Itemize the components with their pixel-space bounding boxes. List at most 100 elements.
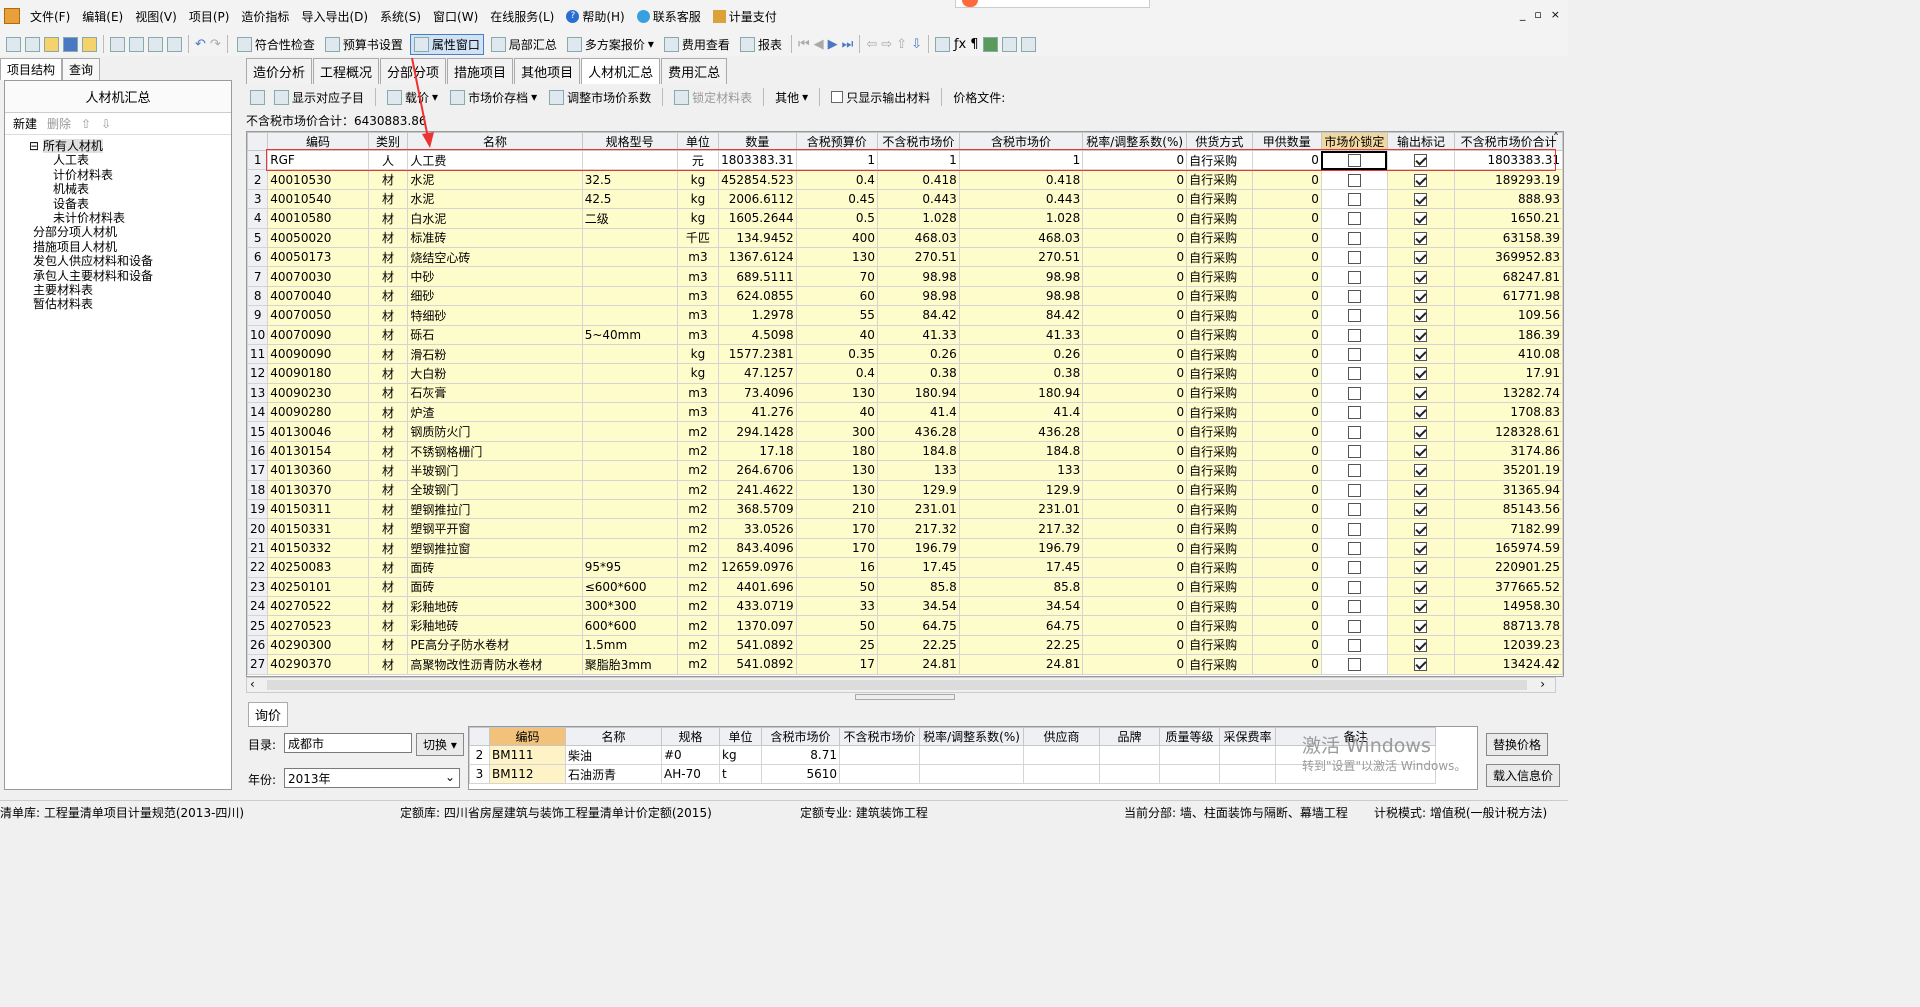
cell-tax-rate[interactable]: 0 — [1082, 479, 1188, 501]
cell-tax-rate[interactable]: 0 — [1082, 402, 1188, 423]
cell-spec[interactable] — [581, 537, 678, 559]
cell-quantity[interactable]: 1605.2644 — [718, 208, 797, 229]
cell-market-total-notax[interactable]: 220901.25 — [1454, 557, 1563, 578]
cell-market-price-notax[interactable]: 0.26 — [876, 343, 960, 365]
menu-measure-pay[interactable]: 计量支付 — [707, 8, 783, 25]
tree-item-main-material[interactable]: 主要材料表 — [5, 283, 231, 297]
table-row[interactable]: 25 40270523 材彩釉地砖 600*600 m2 1370.097 50 64.75 6… — [247, 615, 1563, 636]
menu-view[interactable]: 视图(V) — [129, 8, 183, 25]
menu-window[interactable]: 窗口(W) — [427, 8, 484, 25]
column-header-spec[interactable]: 规格型号 — [581, 132, 678, 151]
cell-supply-method[interactable]: 自行采购 — [1186, 518, 1253, 539]
table-row[interactable]: 19 40150311 材塑钢推拉门 m2 368.5709 210 231.01 231.0… — [247, 499, 1563, 520]
cell-market-total-notax[interactable]: 189293.19 — [1454, 169, 1563, 190]
cell-market-price-tax[interactable]: 24.81 — [958, 654, 1084, 675]
output-flag-checkbox[interactable] — [1414, 425, 1428, 439]
cell-unit[interactable]: m3 — [676, 402, 720, 423]
lock-table-button[interactable]: 锁定材料表 — [671, 88, 755, 107]
tab-measures[interactable]: 措施项目 — [447, 58, 514, 84]
cell-market-price-notax[interactable]: 180.94 — [876, 382, 960, 404]
cell-code[interactable]: 40130154 — [267, 440, 369, 462]
cell-supply-method[interactable]: 自行采购 — [1186, 382, 1253, 404]
restore-icon[interactable]: ▫ — [1534, 8, 1541, 21]
inquiry-cell-quality-grade[interactable] — [1159, 745, 1220, 765]
cell-code[interactable]: 40130360 — [267, 460, 369, 481]
cell-market-total-notax[interactable]: 85143.56 — [1454, 499, 1563, 520]
cell-price-lock[interactable] — [1320, 634, 1388, 656]
price-lock-checkbox[interactable] — [1347, 406, 1361, 420]
cell-market-price-tax[interactable]: 17.45 — [958, 557, 1084, 578]
scroll-left-icon[interactable]: ‹ — [250, 677, 255, 691]
cell-market-price-tax[interactable]: 436.28 — [958, 421, 1084, 442]
cell-market-price-notax[interactable]: 231.01 — [876, 499, 960, 520]
cell-owner-qty[interactable]: 0 — [1251, 285, 1322, 307]
cell-code[interactable]: 40010580 — [267, 208, 369, 229]
price-lock-checkbox[interactable] — [1347, 270, 1361, 284]
scroll-right-icon[interactable]: › — [1540, 677, 1545, 691]
cell-tax-rate[interactable]: 0 — [1082, 382, 1188, 404]
menu-project[interactable]: 项目(P) — [183, 8, 236, 25]
move-right-icon[interactable]: ⇨ — [881, 37, 892, 52]
tab-project-structure[interactable]: 项目结构 — [0, 58, 63, 80]
cell-name[interactable]: 水泥 — [407, 188, 583, 210]
cell-supply-method[interactable]: 自行采购 — [1186, 208, 1253, 229]
cell-quantity[interactable]: 4.5098 — [718, 324, 797, 345]
cell-supply-method[interactable]: 自行采购 — [1186, 246, 1253, 268]
column-header-row-number[interactable] — [247, 132, 269, 151]
cell-price-lock[interactable] — [1320, 615, 1388, 636]
cell-price-lock[interactable] — [1320, 169, 1388, 190]
cell-spec[interactable]: ≤600*600 — [581, 576, 678, 597]
menu-import-export[interactable]: 导入导出(D) — [295, 8, 374, 25]
price-lock-checkbox[interactable] — [1347, 619, 1361, 633]
cell-price-lock[interactable] — [1320, 285, 1388, 307]
table-row[interactable]: 13 40090230 材石灰膏 m3 73.4096 130 180.94 180.94 0 自… — [247, 382, 1563, 404]
cell-market-price-tax[interactable]: 231.01 — [958, 499, 1084, 520]
price-lock-checkbox[interactable] — [1347, 522, 1361, 536]
cell-supply-method[interactable]: 自行采购 — [1186, 227, 1253, 248]
cell-spec[interactable]: 二级 — [581, 208, 678, 229]
cell-output-flag[interactable] — [1386, 518, 1456, 539]
output-flag-checkbox[interactable] — [1414, 600, 1428, 614]
scroll-up-icon[interactable]: ˄ — [1553, 131, 1559, 145]
cell-name[interactable]: 彩釉地砖 — [407, 615, 583, 636]
table-row[interactable]: 12 40090180 材大白粉 kg 47.1257 0.4 0.38 0.38 0 自行采购 0… — [247, 363, 1563, 384]
cell-market-price-tax[interactable]: 98.98 — [958, 285, 1084, 307]
cell-owner-qty[interactable]: 0 — [1251, 576, 1322, 597]
menu-file[interactable]: 文件(F) — [24, 8, 76, 25]
inquiry-header-code[interactable]: 编码 — [489, 727, 566, 746]
switch-button[interactable]: 切换 ▾ — [416, 733, 464, 756]
cell-tax-rate[interactable]: 0 — [1082, 246, 1188, 268]
cell-owner-qty[interactable]: 0 — [1251, 188, 1322, 210]
cell-quantity[interactable]: 47.1257 — [718, 363, 797, 384]
menu-contact-support[interactable]: 联系客服 — [631, 8, 707, 25]
cell-category[interactable]: 材 — [367, 266, 409, 287]
cell-unit[interactable]: m2 — [676, 537, 720, 559]
move-up-icon[interactable]: ⇧ — [81, 117, 91, 131]
cell-name[interactable]: 钢质防火门 — [407, 421, 583, 442]
cell-name[interactable]: 砾石 — [407, 324, 583, 345]
tree-item-priced-material[interactable]: 计价材料表 — [5, 168, 231, 182]
cell-quantity[interactable]: 541.0892 — [718, 634, 797, 656]
cell-market-price-tax[interactable]: 129.9 — [958, 479, 1084, 501]
cell-code[interactable]: 40090230 — [267, 382, 369, 404]
cell-quantity[interactable]: 368.5709 — [718, 499, 797, 520]
cell-category[interactable]: 材 — [367, 285, 409, 307]
cell-unit[interactable]: kg — [676, 169, 720, 190]
tab-inquiry[interactable]: 询价 — [248, 702, 289, 727]
cell-tax-rate[interactable]: 0 — [1082, 305, 1188, 326]
tab-lme-summary[interactable]: 人材机汇总 — [581, 58, 661, 84]
output-flag-checkbox[interactable] — [1414, 328, 1428, 342]
cell-market-price-notax[interactable]: 64.75 — [876, 615, 960, 636]
cell-code[interactable]: 40290300 — [267, 634, 369, 656]
price-lock-checkbox[interactable] — [1347, 386, 1361, 400]
inquiry-cell-brand[interactable] — [1099, 745, 1160, 765]
cell-supply-method[interactable]: 自行采购 — [1186, 499, 1253, 520]
table-row[interactable]: 18 40130370 材全玻钢门 m2 241.4622 130 129.9 129.9 0 自… — [247, 479, 1563, 501]
cell-code[interactable]: 40150331 — [267, 518, 369, 539]
cell-market-price-notax[interactable]: 98.98 — [876, 266, 960, 287]
cell-code[interactable]: 40090090 — [267, 343, 369, 365]
horizontal-scrollbar[interactable]: ‹ › — [246, 677, 1556, 693]
cell-unit[interactable]: 千匹 — [676, 227, 720, 248]
cell-output-flag[interactable] — [1386, 537, 1456, 559]
cell-budget-price-tax[interactable]: 300 — [795, 421, 878, 442]
